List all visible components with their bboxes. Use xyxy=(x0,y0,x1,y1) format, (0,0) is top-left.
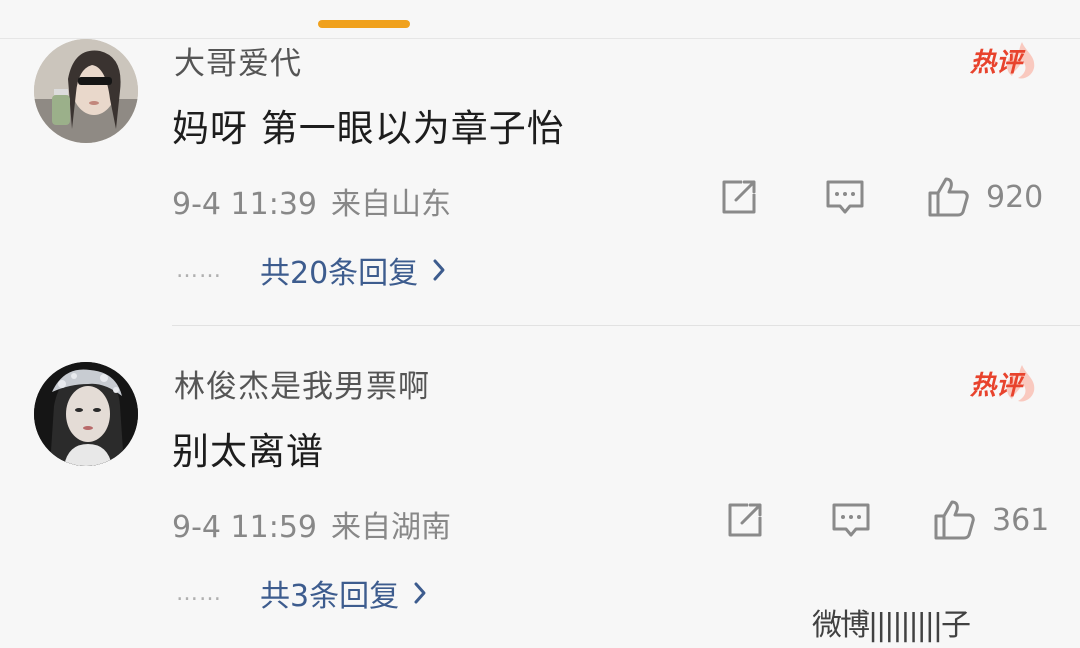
chevron-right-icon xyxy=(432,258,446,282)
comment-text: 别太离谱 xyxy=(172,430,324,473)
avatar[interactable] xyxy=(34,362,138,466)
like-button[interactable]: 920 xyxy=(926,173,1043,221)
comment-meta: 9-4 11:59 来自湖南 xyxy=(172,502,451,546)
comment-location: 来自山东 xyxy=(331,187,451,222)
comment-icon xyxy=(832,503,870,537)
share-icon xyxy=(728,503,762,537)
comment-time: 9-4 11:59 xyxy=(172,510,317,545)
username[interactable]: 大哥爱代 xyxy=(174,38,302,83)
reply-button[interactable] xyxy=(824,173,866,221)
like-count: 361 xyxy=(992,502,1050,538)
replies-row[interactable]: …… 共3条回复 xyxy=(176,571,427,615)
thumbs-up-icon xyxy=(928,177,969,217)
like-button[interactable]: 361 xyxy=(932,496,1049,544)
comment-location: 来自湖南 xyxy=(331,510,451,545)
comment-item: 大哥爱代 热评 妈呀 第一眼以为章子怡 9-4 11:39 来自山东 920 ……… xyxy=(0,0,1080,326)
comment-icon xyxy=(826,180,864,214)
hot-badge-label: 热评 xyxy=(970,48,1023,78)
reply-button[interactable] xyxy=(830,496,872,544)
replies-row[interactable]: …… 共20条回复 xyxy=(176,248,446,292)
share-icon xyxy=(722,180,756,214)
watermark: 微博|||||||||子 xyxy=(812,608,971,643)
username[interactable]: 林俊杰是我男票啊 xyxy=(174,361,430,406)
share-button[interactable] xyxy=(724,496,766,544)
share-button[interactable] xyxy=(718,173,760,221)
avatar[interactable] xyxy=(34,39,138,143)
view-replies-link[interactable]: 共3条回复 xyxy=(260,571,399,615)
comment-time: 9-4 11:39 xyxy=(172,187,317,222)
hot-badge-label: 热评 xyxy=(970,371,1023,401)
replies-ellipsis: …… xyxy=(176,580,222,606)
replies-ellipsis: …… xyxy=(176,257,222,283)
comment-meta: 9-4 11:39 来自山东 xyxy=(172,179,451,223)
hot-comment-badge: 热评 xyxy=(966,40,1040,80)
hot-comment-badge: 热评 xyxy=(966,363,1040,403)
thumbs-up-icon xyxy=(934,500,975,540)
comment-text: 妈呀 第一眼以为章子怡 xyxy=(172,107,565,150)
view-replies-link[interactable]: 共20条回复 xyxy=(260,248,418,292)
comment-item: 林俊杰是我男票啊 热评 别太离谱 9-4 11:59 来自湖南 361 …… 共3… xyxy=(0,323,1080,643)
like-count: 920 xyxy=(986,179,1044,215)
chevron-right-icon xyxy=(413,581,427,605)
